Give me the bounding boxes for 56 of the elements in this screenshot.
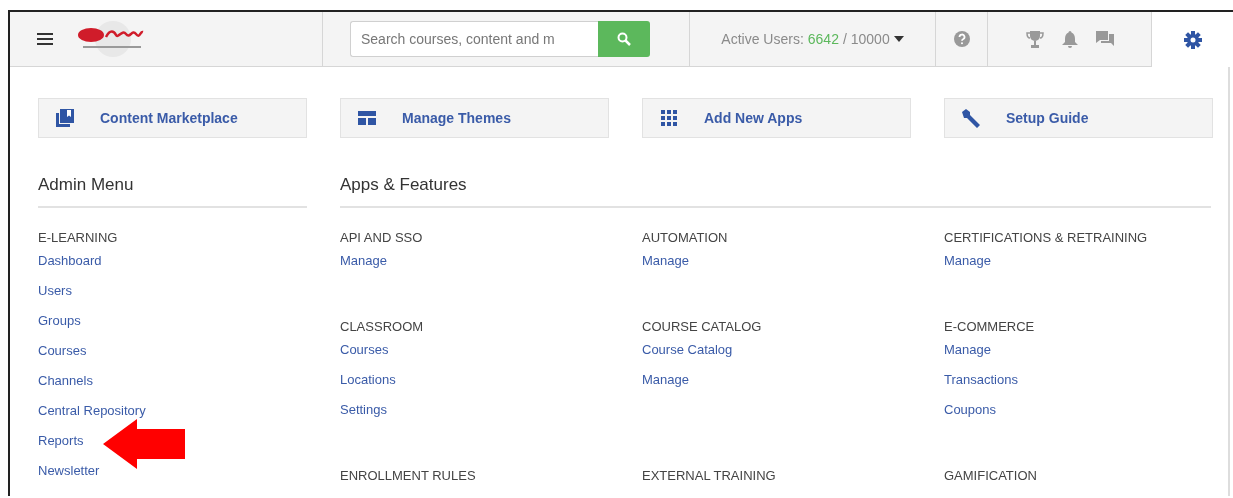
shortcut-button[interactable]: Content Marketplace — [38, 98, 307, 138]
menu-link[interactable]: Manage — [340, 246, 387, 276]
apps-features-title: Apps & Features — [340, 174, 1211, 208]
search-field[interactable]: Search courses, content and m — [350, 21, 598, 57]
settings-button[interactable] — [1183, 30, 1202, 49]
layout-icon — [358, 111, 376, 125]
menu-link[interactable]: Coupons — [944, 395, 997, 425]
section-heading: EXTERNAL TRAINING — [642, 468, 776, 484]
menu-link[interactable]: Courses — [38, 336, 87, 366]
section-heading: ENROLLMENT RULES — [340, 468, 476, 484]
settings-icon — [1183, 30, 1202, 49]
section-heading: GAMIFICATION — [944, 468, 1037, 484]
menu-link[interactable]: Groups — [38, 306, 81, 336]
menu-icon — [37, 33, 53, 45]
menu-button[interactable] — [37, 33, 53, 45]
caret-icon — [893, 36, 904, 42]
section-heading: E-COMMERCE — [944, 319, 1035, 335]
section-heading: CLASSROOM — [340, 319, 424, 335]
help-button[interactable] — [953, 31, 970, 47]
menu-link[interactable]: Courses — [340, 335, 389, 365]
menu-link[interactable]: Manage — [642, 365, 689, 395]
search-button[interactable] — [598, 21, 650, 57]
menu-link[interactable]: Central Repository — [38, 396, 146, 426]
menu-link[interactable]: Course Catalog — [642, 335, 733, 365]
section-heading: AUTOMATION — [642, 230, 728, 246]
menu-link[interactable]: Newsletter — [38, 456, 100, 486]
menu-link[interactable]: Users — [38, 276, 72, 306]
shortcut-button[interactable]: Manage Themes — [340, 98, 609, 138]
notifications-button[interactable] — [1061, 30, 1078, 48]
shortcut-button[interactable]: Setup Guide — [944, 98, 1213, 138]
menu-link[interactable]: Manage — [944, 335, 991, 365]
section-heading: E-LEARNING — [38, 230, 118, 246]
menu-link[interactable]: Transactions — [944, 365, 1018, 395]
section-heading: API AND SSO — [340, 230, 423, 246]
admin-menu-title: Admin Menu — [38, 174, 307, 208]
grid-icon — [661, 110, 677, 126]
logo-icon — [77, 19, 145, 59]
menu-link[interactable]: Manage — [642, 246, 689, 276]
menu-link[interactable]: Manage — [944, 246, 991, 276]
menu-link[interactable]: Locations — [340, 365, 396, 395]
section-heading: CERTIFICATIONS & RETRAINING — [944, 230, 1148, 246]
wrench-icon — [960, 107, 982, 129]
shortcut-button[interactable]: Add New Apps — [642, 98, 911, 138]
menu-link[interactable]: Dashboard — [38, 246, 102, 276]
menu-link[interactable]: Reports — [38, 426, 84, 456]
menu-link[interactable]: Channels — [38, 366, 93, 396]
chat-icon — [1095, 31, 1114, 47]
trophy-icon — [1025, 30, 1044, 48]
help-icon — [953, 31, 970, 47]
messages-button[interactable] — [1095, 31, 1114, 47]
search-icon — [617, 32, 631, 46]
trophy-button[interactable] — [1025, 30, 1044, 48]
menu-link[interactable]: Settings — [340, 395, 387, 425]
book-stack-icon — [56, 109, 74, 127]
section-heading: COURSE CATALOG — [642, 319, 762, 335]
bell-icon — [1061, 30, 1078, 48]
